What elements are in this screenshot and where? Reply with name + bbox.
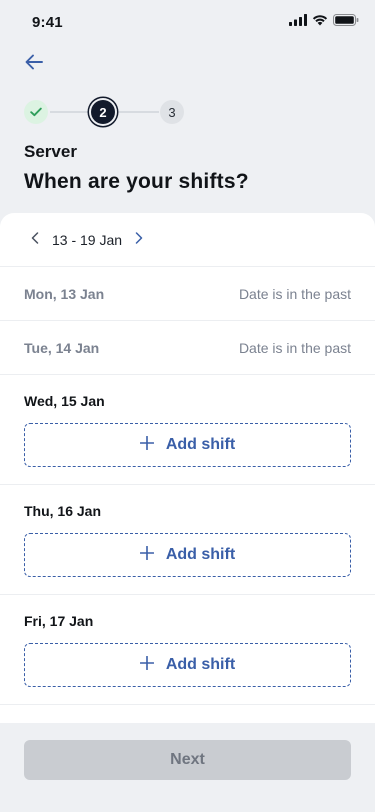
cellular-signal-icon <box>289 13 307 31</box>
day-row: Thu, 16 Jan Add shift <box>0 485 375 595</box>
back-button[interactable] <box>20 50 52 78</box>
add-shift-button[interactable]: Add shift <box>24 533 351 577</box>
day-label: Mon, 13 Jan <box>24 285 105 302</box>
arrow-left-icon <box>24 53 44 76</box>
day-label: Tue, 14 Jan <box>24 339 100 356</box>
day-row: Wed, 15 Jan Add shift <box>0 375 375 485</box>
day-label: Fri, 17 Jan <box>24 613 94 629</box>
plus-icon <box>139 655 155 675</box>
add-shift-label: Add shift <box>165 546 236 563</box>
check-icon <box>30 105 42 120</box>
progress-stepper: 2 3 <box>24 100 184 124</box>
status-time: 9:41 <box>32 13 63 31</box>
past-date-note: Date is in the past <box>238 339 351 356</box>
plus-icon <box>139 435 155 455</box>
chevron-right-icon <box>135 231 143 249</box>
page-title: When are your shifts? <box>24 170 249 193</box>
step-1-completed <box>24 100 48 124</box>
day-row-past: Mon, 13 Jan Date is in the past <box>0 267 375 321</box>
battery-icon <box>333 13 359 31</box>
step-connector <box>50 111 90 113</box>
past-date-note: Date is in the past <box>238 285 351 302</box>
shift-schedule-card: 13 - 19 Jan Mon, 13 Jan Date is in the p… <box>0 213 375 723</box>
add-shift-label: Add shift <box>165 656 236 673</box>
add-shift-label: Add shift <box>165 436 236 453</box>
step-3-upcoming: 3 <box>160 100 184 124</box>
status-bar: 9:41 <box>0 0 375 44</box>
week-range-label: 13 - 19 Jan <box>52 231 123 248</box>
day-row-past: Tue, 14 Jan Date is in the past <box>0 321 375 375</box>
role-label: Server <box>24 142 77 161</box>
step-connector <box>119 111 159 113</box>
step-2-current: 2 <box>91 100 115 124</box>
next-button[interactable]: Next <box>24 740 351 780</box>
plus-icon <box>139 545 155 565</box>
footer-bar: Next <box>0 723 375 812</box>
day-label: Wed, 15 Jan <box>24 393 105 409</box>
day-row: Fri, 17 Jan Add shift <box>0 595 375 705</box>
add-shift-button[interactable]: Add shift <box>24 643 351 687</box>
chevron-left-icon <box>31 231 39 249</box>
previous-week-button[interactable] <box>28 230 42 250</box>
week-navigator: 13 - 19 Jan <box>0 213 375 267</box>
wifi-icon <box>312 13 328 31</box>
add-shift-button[interactable]: Add shift <box>24 423 351 467</box>
next-week-button[interactable] <box>132 230 146 250</box>
status-icons <box>289 13 359 31</box>
day-label: Thu, 16 Jan <box>24 503 102 519</box>
